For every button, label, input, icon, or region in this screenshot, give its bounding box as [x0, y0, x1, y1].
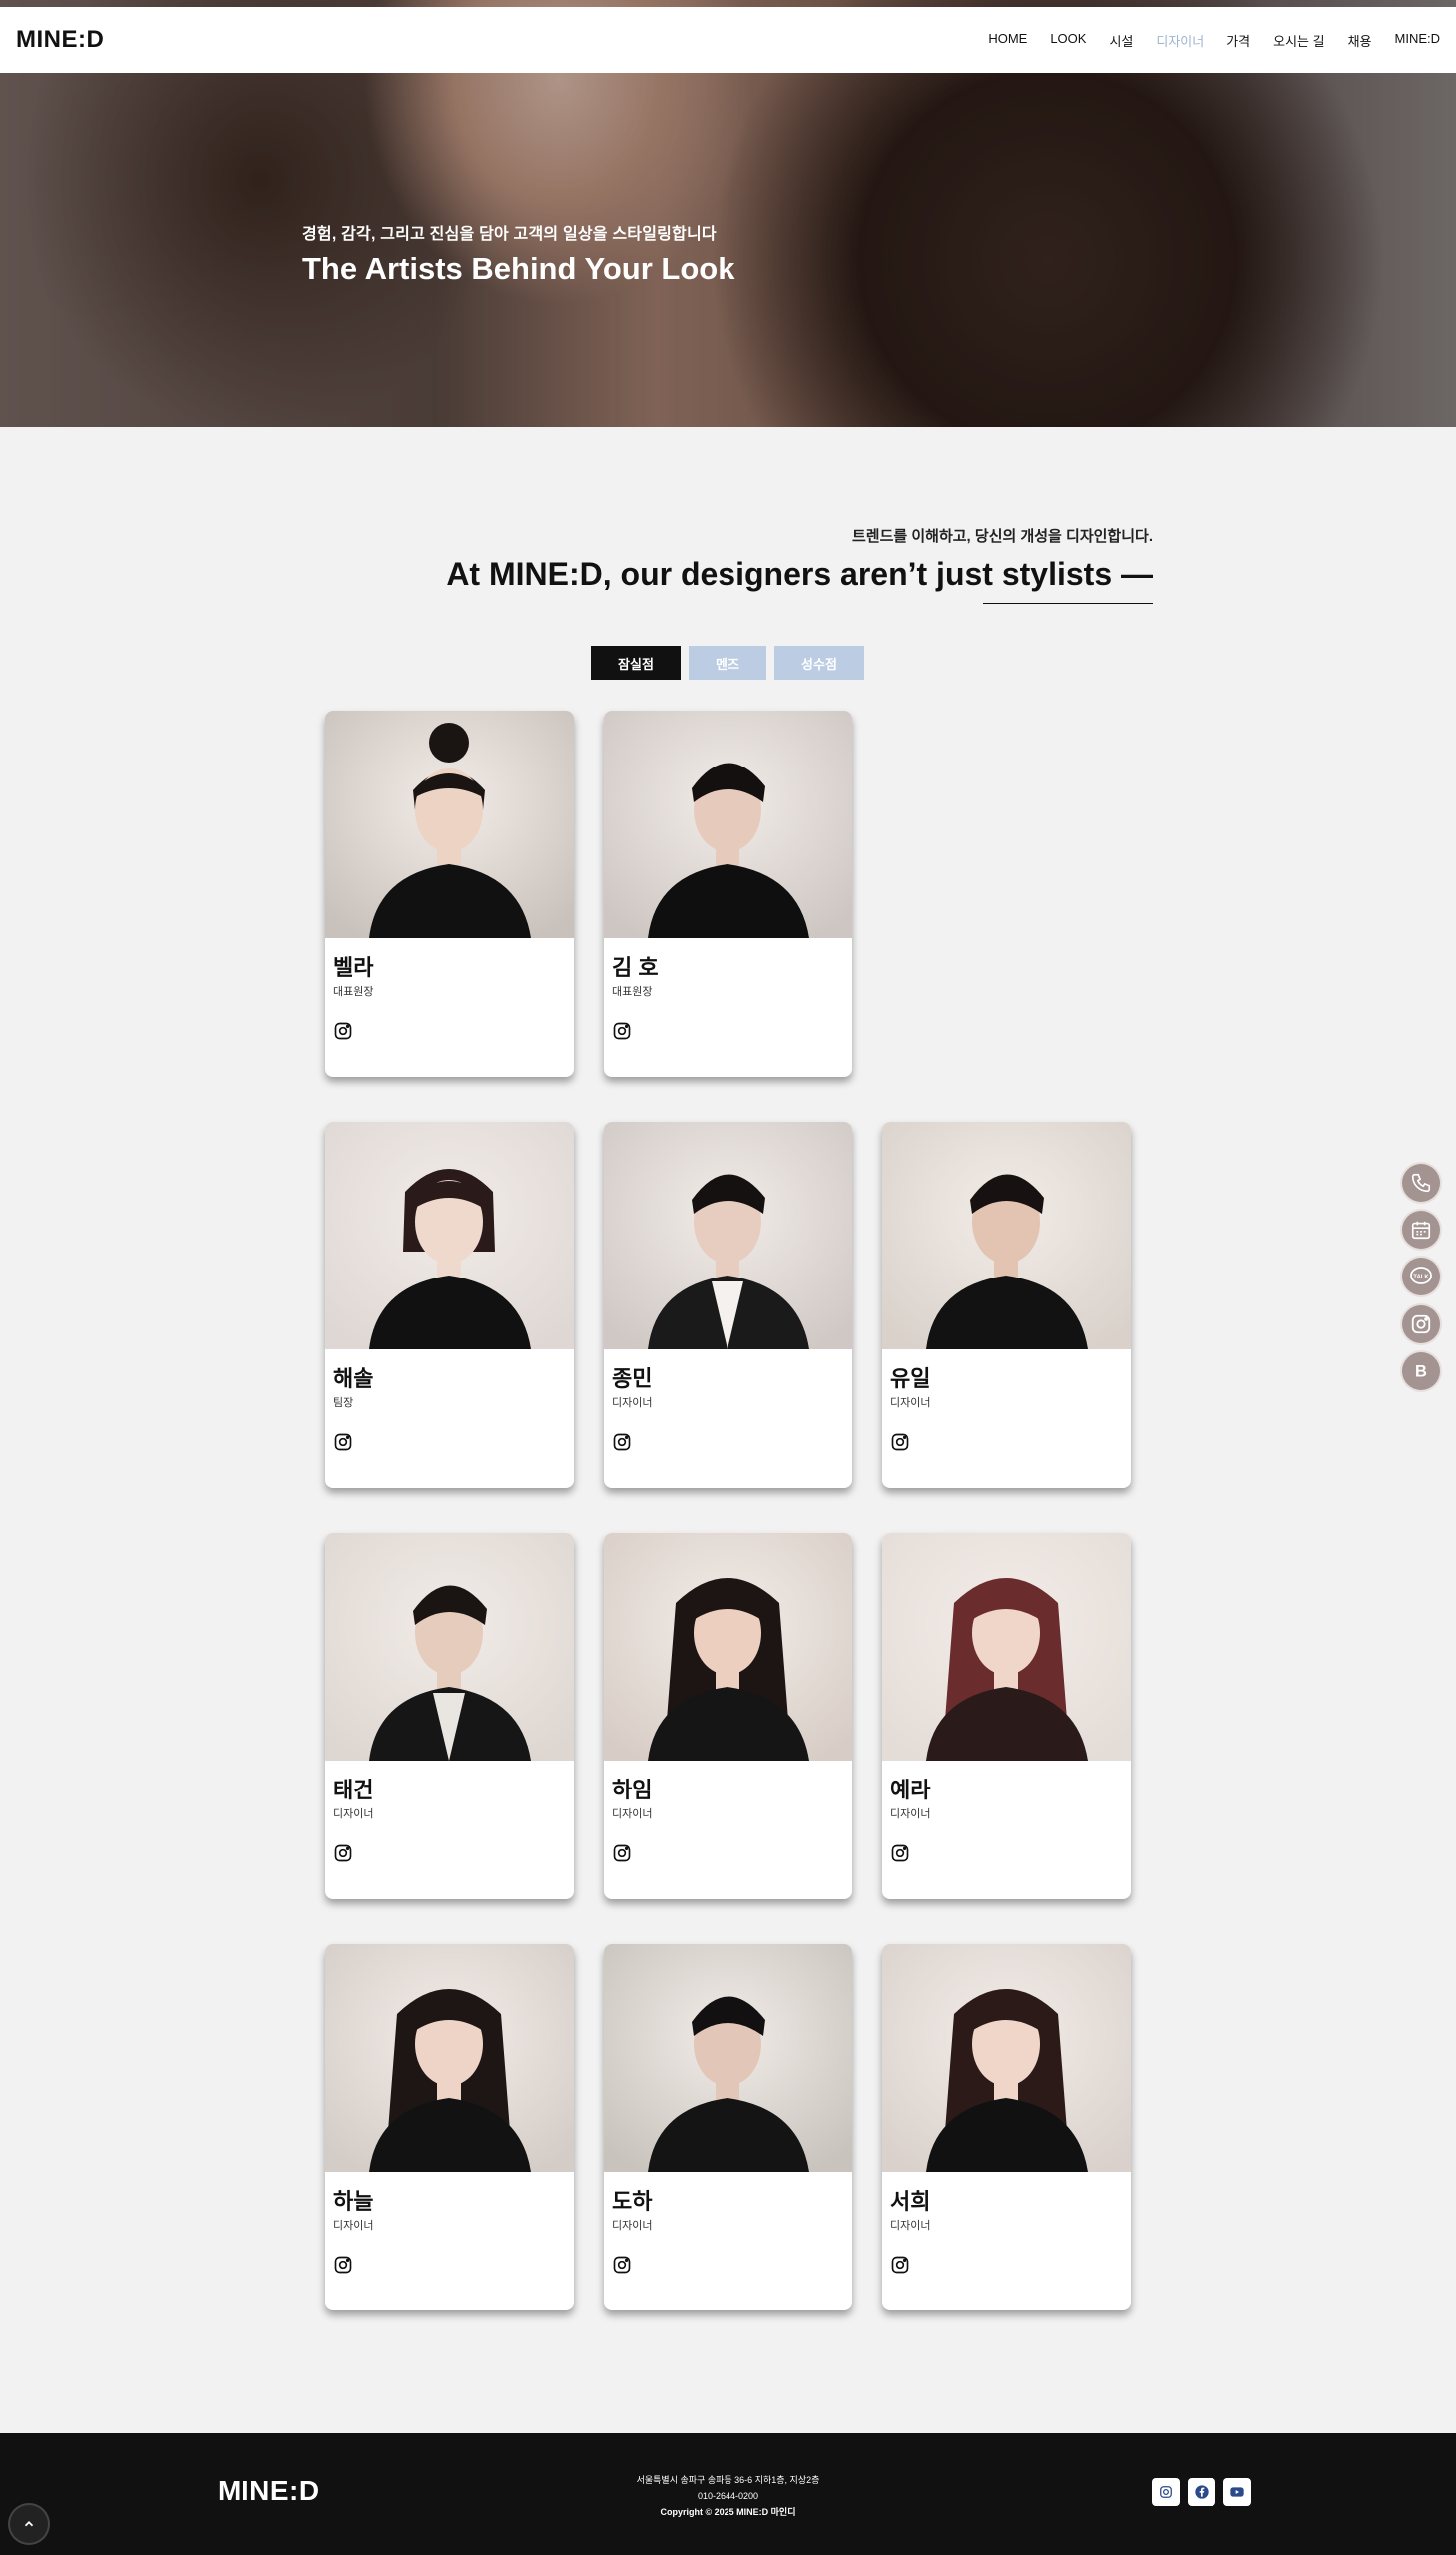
- intro-title: At MINE:D, our designers aren’t just sty…: [446, 556, 1153, 592]
- footer-social: [1152, 2478, 1251, 2506]
- designer-photo: [604, 1944, 852, 2172]
- main-nav: HOME LOOK 시설 디자이너 가격 오시는 길 채용 MINE:D: [988, 31, 1440, 50]
- designer-role: 디자이너: [612, 1397, 653, 1409]
- designer-name: 유일: [890, 1366, 931, 1391]
- designer-name: 태건: [333, 1778, 374, 1802]
- nav-facility[interactable]: 시설: [1109, 31, 1133, 50]
- blog-icon[interactable]: B: [1402, 1352, 1440, 1390]
- instagram-icon[interactable]: [890, 1843, 910, 1863]
- designer-name: 벨라: [333, 955, 374, 980]
- instagram-icon[interactable]: [612, 1843, 632, 1863]
- hero-text: 경험, 감각, 그리고 진심을 담아 고객의 일상을 스타일링합니다 The A…: [302, 220, 734, 287]
- instagram-icon[interactable]: [612, 2255, 632, 2275]
- instagram-icon[interactable]: [890, 1432, 910, 1452]
- svg-text:B: B: [1415, 1363, 1427, 1381]
- nav-recruit[interactable]: 채용: [1348, 31, 1372, 50]
- youtube-icon[interactable]: [1223, 2478, 1251, 2506]
- designer-card[interactable]: 태건 디자이너: [325, 1533, 574, 1899]
- designer-card[interactable]: 하늘 디자이너: [325, 1944, 574, 2310]
- site-footer: MINE:D 서울특별시 송파구 송파동 36-6 지하1층, 지상2층 010…: [0, 2433, 1456, 2555]
- instagram-icon[interactable]: [612, 1021, 632, 1041]
- nav-look[interactable]: LOOK: [1050, 31, 1086, 50]
- instagram-icon[interactable]: [333, 2255, 353, 2275]
- instagram-icon[interactable]: [1152, 2478, 1180, 2506]
- designer-card[interactable]: 유일 디자이너: [882, 1122, 1131, 1488]
- designer-name: 김 호: [612, 955, 659, 980]
- nav-price[interactable]: 가격: [1226, 31, 1250, 50]
- instagram-icon[interactable]: [333, 1021, 353, 1041]
- designer-role: 디자이너: [333, 1808, 374, 1820]
- designer-photo: [325, 1533, 574, 1761]
- nav-designer[interactable]: 디자이너: [1156, 31, 1204, 50]
- nav-home[interactable]: HOME: [988, 31, 1027, 50]
- svg-text:TALK: TALK: [1413, 1275, 1429, 1280]
- designer-photo: [882, 1533, 1131, 1761]
- facebook-icon[interactable]: [1188, 2478, 1215, 2506]
- branch-tabs: 잠실점 멘즈 성수점: [591, 646, 864, 680]
- designer-role: 팀장: [333, 1397, 354, 1409]
- site-logo[interactable]: MINE:D: [16, 26, 104, 54]
- designer-role: 디자이너: [890, 2220, 931, 2232]
- instagram-icon[interactable]: [1402, 1305, 1440, 1343]
- designer-photo: [325, 711, 574, 938]
- designer-name: 해솔: [333, 1366, 374, 1391]
- designer-card[interactable]: 하임 디자이너: [604, 1533, 852, 1899]
- intro-divider: [983, 603, 1153, 604]
- chevron-up-icon: [24, 2521, 34, 2527]
- talk-icon[interactable]: TALK: [1402, 1258, 1440, 1295]
- instagram-icon[interactable]: [890, 2255, 910, 2275]
- designer-card[interactable]: 김 호 대표원장: [604, 711, 852, 1077]
- calendar-icon[interactable]: [1402, 1211, 1440, 1249]
- site-header: MINE:D HOME LOOK 시설 디자이너 가격 오시는 길 채용 MIN…: [0, 7, 1456, 73]
- designer-photo: [325, 1122, 574, 1349]
- intro-section: 트렌드를 이해하고, 당신의 개성을 디자인합니다. At MINE:D, ou…: [446, 525, 1153, 593]
- intro-subtitle: 트렌드를 이해하고, 당신의 개성을 디자인합니다.: [851, 528, 1153, 545]
- designer-name: 종민: [612, 1366, 653, 1391]
- instagram-icon[interactable]: [333, 1843, 353, 1863]
- tab-jamsil[interactable]: 잠실점: [591, 646, 681, 680]
- designer-photo: [604, 711, 852, 938]
- designer-role: 디자이너: [612, 2220, 653, 2232]
- designer-role: 디자이너: [890, 1397, 931, 1409]
- designer-name: 하늘: [333, 2189, 374, 2214]
- designer-name: 예라: [890, 1778, 931, 1802]
- scroll-top-button[interactable]: [10, 2505, 48, 2543]
- nav-mined[interactable]: MINE:D: [1395, 31, 1441, 50]
- designer-photo: [604, 1122, 852, 1349]
- designer-role: 디자이너: [333, 2220, 374, 2232]
- designer-card[interactable]: 예라 디자이너: [882, 1533, 1131, 1899]
- designer-name: 하임: [612, 1778, 653, 1802]
- designer-card[interactable]: 벨라 대표원장: [325, 711, 574, 1077]
- designer-photo: [325, 1944, 574, 2172]
- nav-directions[interactable]: 오시는 길: [1273, 31, 1324, 50]
- designer-role: 디자이너: [890, 1808, 931, 1820]
- instagram-icon[interactable]: [333, 1432, 353, 1452]
- designer-name: 도하: [612, 2189, 653, 2214]
- tab-seongsu[interactable]: 성수점: [774, 646, 864, 680]
- designer-photo: [882, 1122, 1131, 1349]
- designer-card[interactable]: 해솔 팀장: [325, 1122, 574, 1488]
- designer-card[interactable]: 서희 디자이너: [882, 1944, 1131, 2310]
- hero-title: The Artists Behind Your Look: [302, 252, 735, 286]
- designer-photo: [604, 1533, 852, 1761]
- phone-icon[interactable]: [1402, 1164, 1440, 1202]
- instagram-icon[interactable]: [612, 1432, 632, 1452]
- designer-role: 대표원장: [612, 986, 653, 998]
- designer-photo: [882, 1944, 1131, 2172]
- hero-subtitle: 경험, 감각, 그리고 진심을 담아 고객의 일상을 스타일링합니다: [302, 226, 717, 243]
- designer-card[interactable]: 도하 디자이너: [604, 1944, 852, 2310]
- designer-name: 서희: [890, 2189, 931, 2214]
- footer-copyright: Copyright © 2025 MINE:D 마인디: [660, 2507, 796, 2517]
- designer-card[interactable]: 종민 디자이너: [604, 1122, 852, 1488]
- designer-role: 디자이너: [612, 1808, 653, 1820]
- tab-mens[interactable]: 멘즈: [689, 646, 766, 680]
- designer-role: 대표원장: [333, 986, 374, 998]
